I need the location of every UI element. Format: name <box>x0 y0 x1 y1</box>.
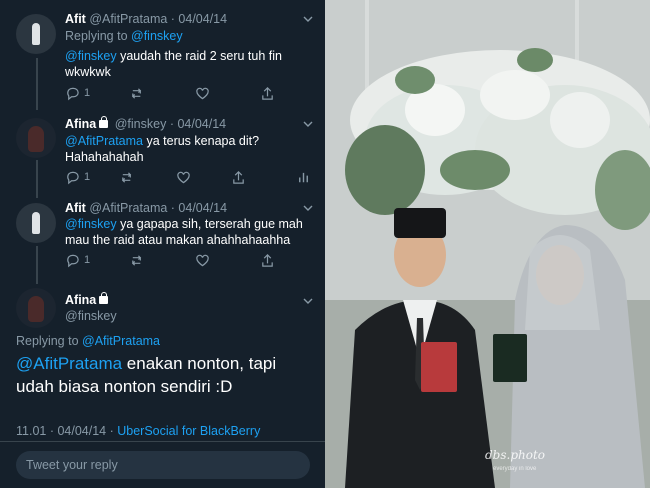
share-icon <box>231 170 246 185</box>
retweet-icon <box>130 86 145 101</box>
replying-mention[interactable]: @AfitPratama <box>82 334 160 348</box>
lock-icon <box>99 116 109 128</box>
reply-button[interactable]: 1 <box>65 252 90 268</box>
share-icon <box>260 253 275 268</box>
tweet-text: @finskey ya gapapa sih, terserah gue mah… <box>65 216 315 248</box>
tweet-actions: 1 <box>65 85 295 101</box>
display-name[interactable]: Afina <box>65 293 96 307</box>
reply-count: 1 <box>84 87 91 99</box>
source-link[interactable]: UberSocial for BlackBerry <box>117 424 260 438</box>
like-button[interactable] <box>195 85 210 101</box>
tweet-header: Afina @finskey · 04/04/14 <box>65 116 226 132</box>
retweet-button[interactable] <box>130 85 145 101</box>
replying-label: Replying to <box>65 29 132 43</box>
share-button[interactable] <box>260 252 275 268</box>
mention[interactable]: @finskey <box>65 217 117 231</box>
reply-button[interactable]: 1 <box>65 85 90 101</box>
tweet-handle-row: @finskey <box>65 308 117 324</box>
handle[interactable]: @finskey <box>65 309 117 323</box>
display-name[interactable]: Afina <box>65 117 96 131</box>
analytics-icon <box>296 170 311 185</box>
mention[interactable]: @AfitPratama <box>16 354 122 373</box>
date: · 04/04/14 <box>170 12 228 26</box>
avatar[interactable] <box>16 203 56 243</box>
retweet-button[interactable] <box>130 252 145 268</box>
replying-mention[interactable]: @finskey <box>131 29 183 43</box>
reply-count: 1 <box>84 171 91 183</box>
divider <box>0 441 325 442</box>
watermark: dbs.photo <box>485 448 546 462</box>
chevron-down-icon[interactable] <box>303 119 313 129</box>
handle[interactable]: @AfitPratama <box>89 12 167 26</box>
like-icon <box>195 253 210 268</box>
tweet-text: @finskey yaudah the raid 2 seru tuh fin … <box>65 48 315 80</box>
share-button[interactable] <box>260 85 275 101</box>
display-name[interactable]: Afit <box>65 201 86 215</box>
reply-icon <box>65 170 80 185</box>
tweet-meta: 11.01 · 04/04/14 · UberSocial for BlackB… <box>16 424 260 438</box>
reply-button[interactable]: 1 <box>65 169 90 185</box>
tweet-header: Afit @AfitPratama · 04/04/14 <box>65 11 227 27</box>
replying-to: Replying to @finskey <box>65 29 183 43</box>
like-icon <box>176 170 191 185</box>
watermark-subtitle: everyday in love <box>493 466 537 472</box>
reply-count: 1 <box>84 254 91 266</box>
analytics-button[interactable] <box>296 169 311 185</box>
thread-line <box>36 160 38 198</box>
handle[interactable]: @AfitPratama <box>89 201 167 215</box>
replying-label: Replying to <box>16 334 83 348</box>
avatar[interactable] <box>16 14 56 54</box>
retweet-button[interactable] <box>120 169 135 185</box>
wedding-photo: dbs.photo everyday in love <box>325 0 650 488</box>
share-icon <box>260 86 275 101</box>
chevron-down-icon[interactable] <box>303 203 313 213</box>
twitter-thread-panel: Afit @AfitPratama · 04/04/14 Replying to… <box>0 0 325 488</box>
reply-icon <box>65 86 80 101</box>
tweet-text: @AfitPratama enakan nonton, tapi udah bi… <box>16 352 316 398</box>
avatar[interactable] <box>16 118 56 158</box>
thread-line <box>36 246 38 284</box>
chevron-down-icon[interactable] <box>303 296 313 306</box>
like-button[interactable] <box>176 169 191 185</box>
mention[interactable]: @AfitPratama <box>65 134 143 148</box>
avatar[interactable] <box>16 288 56 328</box>
tweet-header: Afina <box>65 292 111 308</box>
share-button[interactable] <box>231 169 246 185</box>
timestamp: 11.01 · 04/04/14 · <box>16 424 118 438</box>
tweet-actions: 1 <box>65 252 295 268</box>
date: · 04/04/14 <box>170 201 228 215</box>
replying-to: Replying to @AfitPratama <box>16 334 160 348</box>
handle[interactable]: @finskey <box>115 117 167 131</box>
retweet-icon <box>130 253 145 268</box>
like-button[interactable] <box>195 252 210 268</box>
reply-icon <box>65 253 80 268</box>
tweet-actions: 1 <box>65 169 308 185</box>
tweet-header: Afit @AfitPratama · 04/04/14 <box>65 200 227 216</box>
reply-input[interactable]: Tweet your reply <box>16 451 310 479</box>
retweet-icon <box>120 170 135 185</box>
date: · 04/04/14 <box>169 117 227 131</box>
like-icon <box>195 86 210 101</box>
photo-illustration <box>325 0 650 488</box>
display-name[interactable]: Afit <box>65 12 86 26</box>
lock-icon <box>99 292 109 304</box>
chevron-down-icon[interactable] <box>303 14 313 24</box>
tweet-text: @AfitPratama ya terus kenapa dit? Hahaha… <box>65 133 315 165</box>
mention[interactable]: @finskey <box>65 49 117 63</box>
thread-line <box>36 58 38 110</box>
